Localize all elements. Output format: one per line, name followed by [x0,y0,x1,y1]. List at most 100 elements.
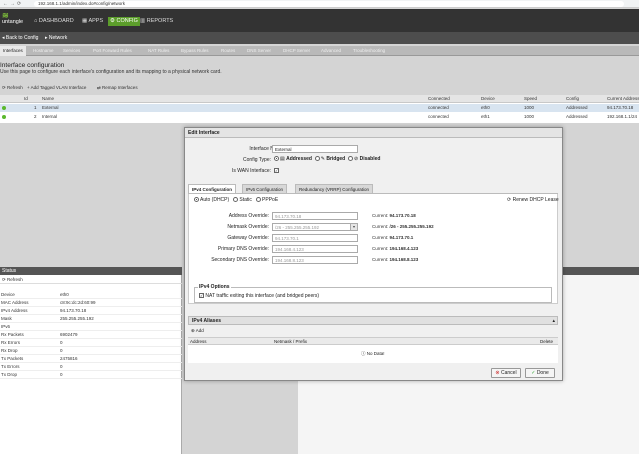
col-netmask[interactable]: Netmask / Prefix [274,338,307,345]
tab-vrrp-configuration[interactable]: Redundancy (VRRP) Configuration [295,184,374,193]
col-name[interactable]: Name [42,95,54,103]
back-to-config-link[interactable]: ◂ Back to Config [2,32,38,44]
col-address[interactable]: Address [190,338,207,345]
config-addressed-radio[interactable]: ▤ Addressed [274,156,312,162]
config-bridged-radio[interactable]: ✎ Bridged [314,156,345,162]
status-row: IPv6 [0,323,182,331]
tab-advanced[interactable]: Advanced [318,46,344,56]
ipv4-options-fieldset: IPv4 Options ✓ NAT traffic exiting this … [194,284,552,303]
secondary-dns-input[interactable]: 194.168.8.123 [272,256,358,264]
tab-port-forward-rules[interactable]: Port Forward Rules [90,46,135,56]
remap-icon: ⇄ [97,85,101,90]
gateway-override-input[interactable]: 94.173.70.1 [272,234,358,242]
chart-icon: ▥ [140,18,146,24]
tab-interfaces[interactable]: Interfaces [0,46,26,56]
mode-pppoe-radio[interactable]: PPPoE [256,197,278,203]
cancel-icon: ⊗ [495,370,500,376]
refresh-button[interactable]: ⟳ Refresh [2,84,23,92]
status-row: MAC Address c8:9c:dc:2d:60:99 [0,299,182,307]
netmask-override-select[interactable]: /26 - 255.255.255.192 ▾ [272,223,358,231]
breadcrumb: ▸ Network [45,35,68,41]
chevron-down-icon[interactable]: ▾ [350,224,357,230]
tab-hostname[interactable]: Hostname [30,46,57,56]
interfaces-grid: Id Name Connected Device Speed Config Cu… [0,95,639,123]
col-current-address[interactable]: Current Address [607,95,639,103]
bridged-icon: ✎ [320,156,325,162]
plus-icon: + [27,85,30,90]
cancel-button[interactable]: ⊗ Cancel [491,368,521,378]
mode-static-radio[interactable]: Static [233,197,252,203]
col-delete[interactable]: Delete [540,338,553,345]
col-connected[interactable]: Connected [428,95,450,103]
page-description: Use this page to configure each interfac… [0,69,222,75]
ipv4-panel: Auto (DHCP) Static PPPoE ⟳ Renew DHCP Le… [188,194,559,304]
nav-dashboard[interactable]: ⌂ DASHBOARD [32,17,76,26]
disabled-icon: ⊘ [354,156,359,162]
addressed-icon: ▤ [280,156,285,162]
wan-label: Is WAN Interface: [232,168,271,174]
primary-dns-label: Primary DNS Override: [217,246,269,252]
tab-troubleshooting[interactable]: Troubleshooting [350,46,388,56]
status-title: Status [0,267,182,275]
config-disabled-radio[interactable]: ⊘ Disabled [348,156,380,162]
browser-nav-icons[interactable]: ←→⟳ [3,1,23,7]
status-refresh-button[interactable]: ⟳ Refresh [0,276,182,284]
address-override-input[interactable]: 94.173.70.18 [272,212,358,220]
refresh-icon: ⟳ [2,277,6,282]
edit-interface-dialog: Edit Interface Interface Name: External … [184,127,563,381]
dialog-title: Edit Interface [185,128,562,138]
address-bar[interactable]: 192.168.1.1/admin/index.do#config/networ… [34,1,624,7]
status-row: Tx Packets 2475816 [0,355,182,363]
nat-option[interactable]: ✓ NAT traffic exiting this interface (an… [199,293,319,299]
gear-icon: ⚙ [110,18,115,24]
primary-dns-input[interactable]: 194.168.4.123 [272,245,358,253]
tab-dns-server[interactable]: DNS Server [244,46,274,56]
nav-apps[interactable]: ▦ APPS [80,17,105,26]
tab-routes[interactable]: Routes [218,46,238,56]
refresh-icon: ⟳ [507,197,512,203]
nav-config[interactable]: ⚙ CONFIG [108,17,140,26]
config-type-label: Config Type: [243,157,271,163]
sub-header: ◂ Back to Config ▸ Network [0,32,639,44]
nat-checkbox[interactable]: ✓ [199,293,204,299]
add-alias-button[interactable]: ⊕ Add [191,328,204,334]
table-row[interactable]: 2 Internal connected eth1 1000 Addressed… [0,113,639,121]
status-row: Tx Drop 0 [0,371,182,379]
table-row[interactable]: 1 External connected eth0 1000 Addressed… [0,104,639,112]
current-gateway: Current: 94.173.70.1 [372,235,414,240]
browser-toolbar: ←→⟳ 192.168.1.1/admin/index.do#config/ne… [0,0,639,8]
no-data-message: ⓘ No Data! [361,351,385,356]
col-speed[interactable]: Speed [524,95,537,103]
tab-services[interactable]: Services [60,46,83,56]
current-netmask: Current: /26 - 255.255.255.192 [372,224,434,229]
nav-reports[interactable]: ▥ REPORTS [138,17,175,26]
add-vlan-button[interactable]: + Add Tagged VLAN Interface [27,84,86,92]
interface-name-input[interactable]: External [272,145,358,153]
tab-dhcp-server[interactable]: DHCP Server [280,46,313,56]
check-icon: ✓ [531,370,536,376]
tab-bypass-rules[interactable]: Bypass Rules [178,46,212,56]
tab-ipv6-configuration[interactable]: IPv6 Configuration [242,184,288,193]
renew-dhcp-button[interactable]: ⟳ Renew DHCP Lease [507,197,559,203]
plus-circle-icon: ⊕ [191,328,195,333]
address-override-label: Address Override: [228,213,269,219]
status-panel: Status ⟳ Refresh Device eth0 MAC Address c… [0,267,182,454]
tab-nat-rules[interactable]: NAT Rules [145,46,172,56]
gateway-override-label: Gateway Override: [227,235,269,241]
collapse-icon[interactable]: ▴ [552,317,555,325]
alias-grid-body: ⓘ No Data! [188,345,558,363]
current-primary-dns: Current: 194.168.4.123 [372,246,419,251]
wan-checkbox[interactable]: ✓ [274,168,279,173]
status-row: IPv4 Address 94.173.70.18 [0,307,182,315]
untangle-logo: ≋ untangle [2,12,30,29]
remap-interfaces-button[interactable]: ⇄ Remap Interfaces [97,84,138,92]
done-button[interactable]: ✓ Done [525,368,555,378]
col-config[interactable]: Config [566,95,579,103]
ipv4-aliases-header: IPv4 Aliases ▴ [188,316,558,325]
tab-ipv4-configuration[interactable]: IPv4 Configuration [188,184,237,193]
mode-auto-dhcp-radio[interactable]: Auto (DHCP) [194,197,229,203]
col-id[interactable]: Id [24,95,28,103]
col-device[interactable]: Device [481,95,495,103]
current-address: Current: 94.173.70.18 [372,213,416,218]
info-icon: ⓘ [361,351,366,356]
